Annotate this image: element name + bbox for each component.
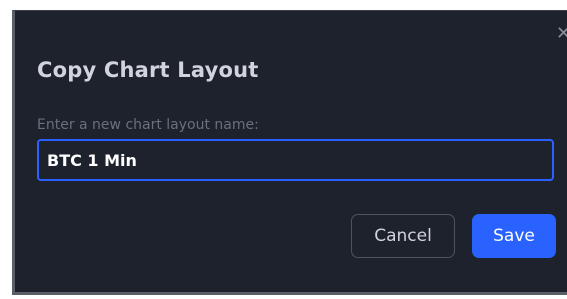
close-icon[interactable]: ✕	[556, 25, 567, 45]
layout-name-label: Enter a new chart layout name:	[37, 117, 259, 133]
cancel-button[interactable]: Cancel	[351, 214, 455, 258]
layout-name-input[interactable]	[37, 139, 554, 181]
dialog-title: Copy Chart Layout	[37, 58, 259, 82]
save-button[interactable]: Save	[472, 214, 556, 258]
copy-chart-layout-dialog: ✕ Copy Chart Layout Enter a new chart la…	[12, 10, 567, 295]
